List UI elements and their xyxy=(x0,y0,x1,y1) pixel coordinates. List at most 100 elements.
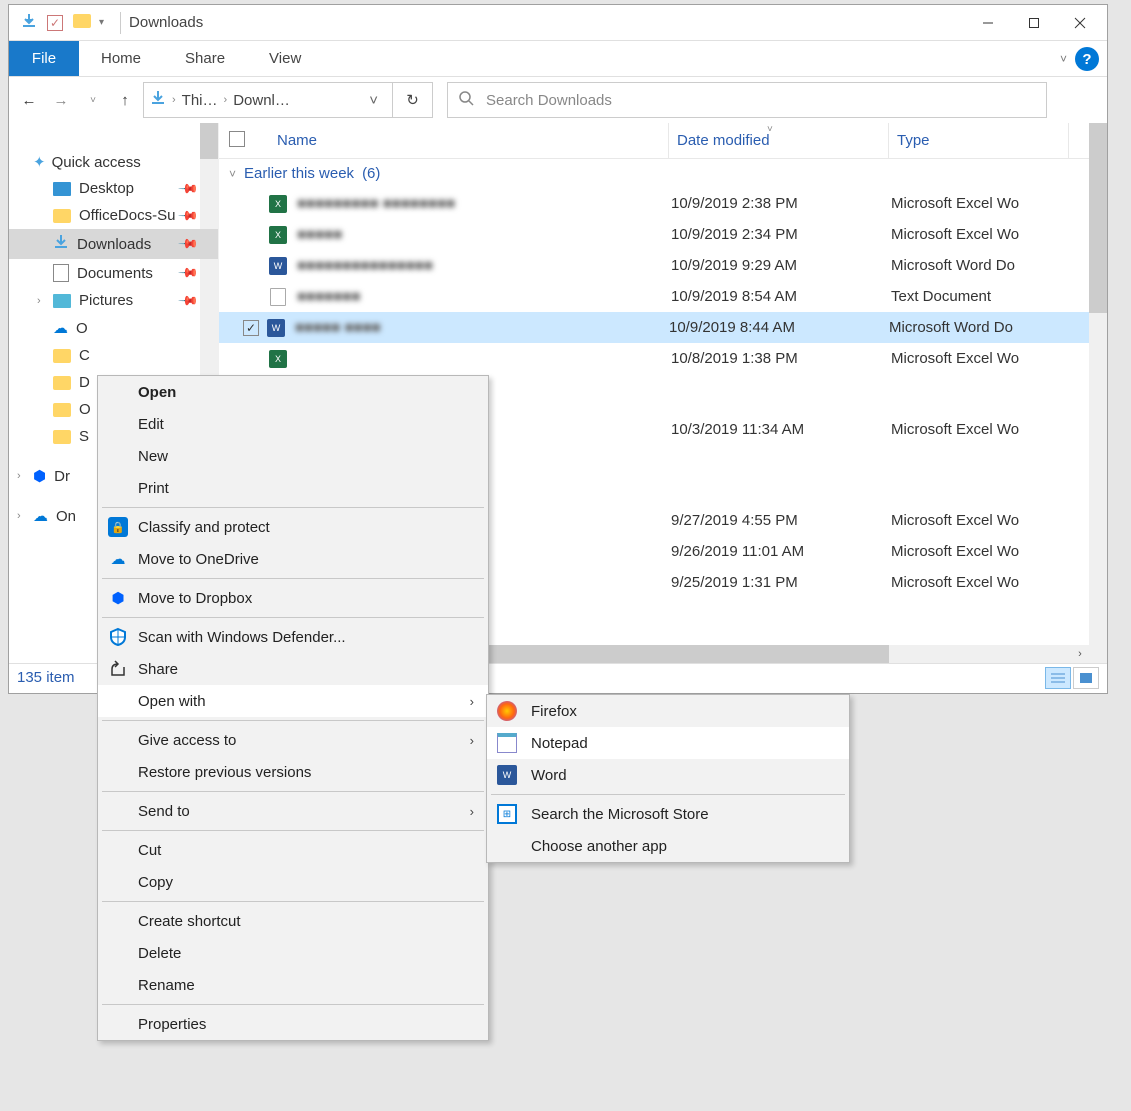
refresh-button[interactable]: ↻ xyxy=(393,82,433,118)
tab-share[interactable]: Share xyxy=(163,41,247,76)
cm-properties[interactable]: Properties xyxy=(98,1008,488,1040)
cm-defender[interactable]: Scan with Windows Defender... xyxy=(98,621,488,653)
forward-button[interactable]: → xyxy=(47,86,75,114)
file-date: 10/9/2019 8:54 AM xyxy=(671,288,891,305)
nav-item-documents[interactable]: Documents 📌 xyxy=(9,259,218,287)
checkbox-icon[interactable]: ✓ xyxy=(47,15,63,31)
file-type: Text Document xyxy=(891,288,991,305)
chevron-right-icon[interactable]: › xyxy=(224,94,228,106)
nav-item[interactable]: C xyxy=(9,342,218,369)
column-type[interactable]: Type xyxy=(889,123,1069,158)
column-name[interactable]: Name xyxy=(269,123,669,158)
chevron-right-icon[interactable]: › xyxy=(37,295,41,307)
address-bar[interactable]: › Thi… › Downl… ˅ xyxy=(143,82,393,118)
minimize-button[interactable] xyxy=(965,8,1011,38)
chevron-right-icon[interactable]: › xyxy=(17,510,21,522)
cm-copy[interactable]: Copy xyxy=(98,866,488,898)
dropbox-icon: ⬢ xyxy=(108,588,128,608)
column-date-label: Date modified xyxy=(677,132,770,149)
content-scrollbar-thumb[interactable] xyxy=(1089,123,1107,313)
cm-dropbox[interactable]: ⬢ Move to Dropbox xyxy=(98,582,488,614)
file-row[interactable]: W■■■■■ ■■■■10/9/2019 8:44 AMMicrosoft Wo… xyxy=(219,312,1107,343)
cm-give-access[interactable]: Give access to › xyxy=(98,724,488,756)
quick-access-header[interactable]: ✦ Quick access xyxy=(9,149,218,175)
recent-dropdown[interactable]: ˅ xyxy=(79,86,107,114)
row-checkbox[interactable] xyxy=(243,320,259,336)
cm-share[interactable]: Share xyxy=(98,653,488,685)
nav-item-desktop[interactable]: Desktop 📌 xyxy=(9,175,218,202)
sub-word[interactable]: W Word xyxy=(487,759,849,791)
nav-label: O xyxy=(79,401,91,418)
cm-rename[interactable]: Rename xyxy=(98,969,488,1001)
back-button[interactable]: ← xyxy=(15,86,43,114)
separator xyxy=(102,578,484,579)
cm-cut[interactable]: Cut xyxy=(98,834,488,866)
column-date[interactable]: ˅ Date modified xyxy=(669,123,889,158)
ribbon-chevron-icon[interactable]: ˅ xyxy=(1060,52,1067,66)
sub-store[interactable]: ⊞ Search the Microsoft Store xyxy=(487,798,849,830)
sub-notepad[interactable]: Notepad xyxy=(487,727,849,759)
file-row[interactable]: X10/8/2019 1:38 PMMicrosoft Excel Wo xyxy=(219,343,1107,374)
select-all-checkbox[interactable] xyxy=(229,131,269,151)
nav-item[interactable]: ☁O xyxy=(9,314,218,342)
cm-edit[interactable]: Edit xyxy=(98,408,488,440)
address-dropdown-icon[interactable]: ˅ xyxy=(361,92,386,109)
nav-label: Documents xyxy=(77,265,153,282)
quick-access-toolbar: ✓ ▾ xyxy=(13,13,112,33)
cm-open[interactable]: Open xyxy=(98,376,488,408)
cm-print[interactable]: Print xyxy=(98,472,488,504)
cm-open-with[interactable]: Open with › xyxy=(98,685,488,717)
cm-create-shortcut[interactable]: Create shortcut xyxy=(98,905,488,937)
file-name: ■■■■■ ■■■■ xyxy=(295,319,669,336)
file-row[interactable]: X■■■■■10/9/2019 2:34 PMMicrosoft Excel W… xyxy=(219,219,1107,250)
file-row[interactable]: W■■■■■■■■■■■■■■■10/9/2019 9:29 AMMicroso… xyxy=(219,250,1107,281)
tab-home[interactable]: Home xyxy=(79,41,163,76)
cm-label: Word xyxy=(531,767,567,784)
nav-label: C xyxy=(79,347,90,364)
tab-view[interactable]: View xyxy=(247,41,323,76)
help-button[interactable]: ? xyxy=(1075,47,1099,71)
file-type: Microsoft Excel Wo xyxy=(891,421,1019,438)
up-button[interactable]: ↑ xyxy=(111,86,139,114)
group-header[interactable]: ˅ Earlier this week (6) xyxy=(219,159,1107,188)
onedrive-icon: ☁ xyxy=(108,549,128,569)
sub-firefox[interactable]: Firefox xyxy=(487,695,849,727)
notepad-icon xyxy=(497,733,517,753)
folder-icon xyxy=(53,376,71,390)
cm-restore[interactable]: Restore previous versions xyxy=(98,756,488,788)
cm-send-to[interactable]: Send to › xyxy=(98,795,488,827)
nav-item-downloads[interactable]: Downloads 📌 xyxy=(9,229,218,259)
context-menu: Open Edit New Print 🔒 Classify and prote… xyxy=(97,375,489,1041)
breadcrumb-downloads[interactable]: Downl… xyxy=(233,92,290,109)
excel-icon: X xyxy=(269,226,287,244)
maximize-button[interactable] xyxy=(1011,8,1057,38)
search-box[interactable]: Search Downloads xyxy=(447,82,1047,118)
close-button[interactable] xyxy=(1057,8,1103,38)
word-icon: W xyxy=(267,319,285,337)
thumbnail-view-button[interactable] xyxy=(1073,667,1099,689)
file-row[interactable]: X■■■■■■■■■ ■■■■■■■■10/9/2019 2:38 PMMicr… xyxy=(219,188,1107,219)
cm-onedrive[interactable]: ☁ Move to OneDrive xyxy=(98,543,488,575)
cm-label: Give access to xyxy=(138,732,236,749)
file-row[interactable]: ■■■■■■■10/9/2019 8:54 AMText Document xyxy=(219,281,1107,312)
h-scrollbar-arrow[interactable]: › xyxy=(1071,645,1089,663)
separator xyxy=(102,791,484,792)
cm-classify[interactable]: 🔒 Classify and protect xyxy=(98,511,488,543)
qat-dropdown-icon[interactable]: ▾ xyxy=(99,17,104,28)
nav-item-pictures[interactable]: › Pictures 📌 xyxy=(9,287,218,314)
nav-item-officedocs[interactable]: OfficeDocs-Su 📌 xyxy=(9,202,218,229)
chevron-right-icon[interactable]: › xyxy=(17,470,21,482)
chevron-right-icon[interactable]: › xyxy=(172,94,176,106)
nav-scrollbar-thumb[interactable] xyxy=(200,123,218,159)
open-with-submenu: Firefox Notepad W Word ⊞ Search the Micr… xyxy=(486,694,850,863)
separator xyxy=(102,617,484,618)
sub-choose[interactable]: Choose another app xyxy=(487,830,849,862)
details-view-button[interactable] xyxy=(1045,667,1071,689)
breadcrumb-this-pc[interactable]: Thi… xyxy=(182,92,218,109)
cm-new[interactable]: New xyxy=(98,440,488,472)
search-icon xyxy=(458,90,474,110)
folder-icon xyxy=(53,209,71,223)
file-tab[interactable]: File xyxy=(9,41,79,76)
cm-delete[interactable]: Delete xyxy=(98,937,488,969)
cm-label: Classify and protect xyxy=(138,519,270,536)
